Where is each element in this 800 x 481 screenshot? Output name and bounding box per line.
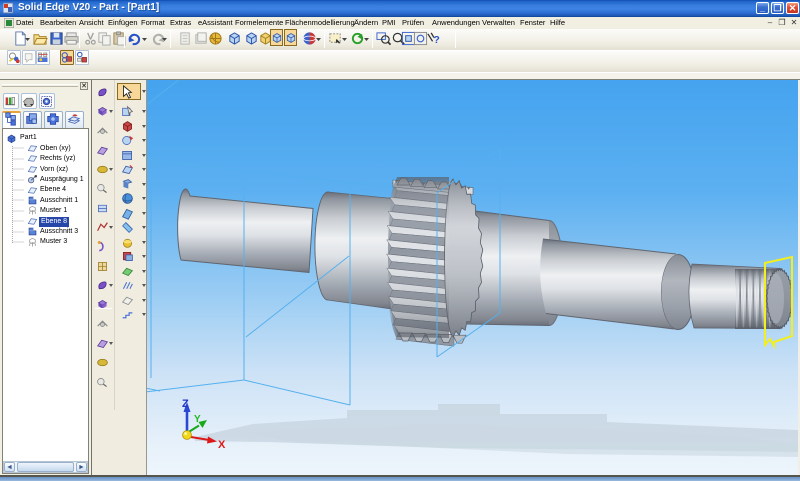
svg-text:?: ? <box>434 35 440 46</box>
svg-text:Y: Y <box>194 414 201 425</box>
svg-text:Z: Z <box>182 398 189 410</box>
svg-text:X: X <box>218 439 226 451</box>
